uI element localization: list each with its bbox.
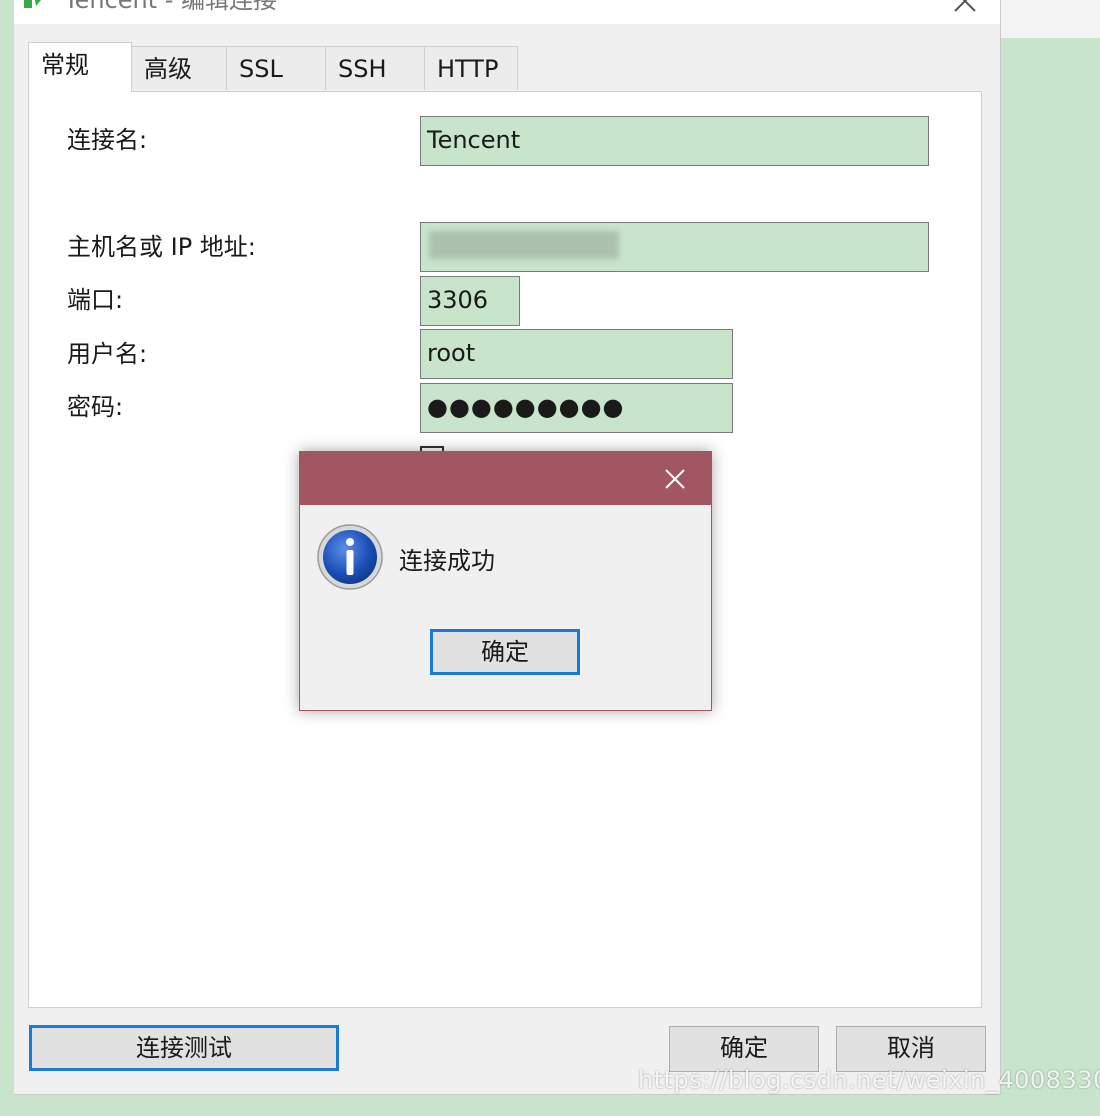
background-window-strip xyxy=(1000,0,1100,38)
close-icon[interactable] xyxy=(664,468,686,490)
window-titlebar: Tencent - 编辑连接 xyxy=(14,0,1000,24)
port-label: 端口: xyxy=(67,286,124,314)
username-label: 用户名: xyxy=(67,340,148,368)
window-title: Tencent - 编辑连接 xyxy=(64,0,278,14)
username-input[interactable]: root xyxy=(420,329,733,379)
info-icon xyxy=(317,524,383,590)
connection-success-dialog: 连接成功 确定 xyxy=(299,451,712,711)
host-label: 主机名或 IP 地址: xyxy=(67,233,256,261)
redaction-blur xyxy=(429,231,619,259)
connection-name-input[interactable]: Tencent xyxy=(420,116,929,166)
dialog-message: 连接成功 xyxy=(399,547,495,575)
test-connection-button[interactable]: 连接测试 xyxy=(29,1025,339,1071)
tab-advanced[interactable]: 高级 xyxy=(131,46,227,90)
close-icon[interactable] xyxy=(952,0,978,14)
port-input[interactable]: 3306 xyxy=(420,276,520,326)
tab-ssl[interactable]: SSL xyxy=(226,46,326,90)
tab-ssh[interactable]: SSH xyxy=(325,46,425,90)
connection-name-label: 连接名: xyxy=(67,126,148,154)
dialog-titlebar xyxy=(300,452,711,505)
password-label: 密码: xyxy=(67,393,124,421)
host-input[interactable] xyxy=(420,222,929,272)
tab-general[interactable]: 常规 xyxy=(28,42,132,92)
navicat-logo-icon xyxy=(24,0,41,8)
watermark: https://blog.csdn.net/weixin_40083307 xyxy=(638,1066,1100,1094)
tab-http[interactable]: HTTP xyxy=(424,46,518,90)
dialog-ok-button[interactable]: 确定 xyxy=(430,629,580,675)
password-input[interactable]: ●●●●●●●●● xyxy=(420,383,733,433)
